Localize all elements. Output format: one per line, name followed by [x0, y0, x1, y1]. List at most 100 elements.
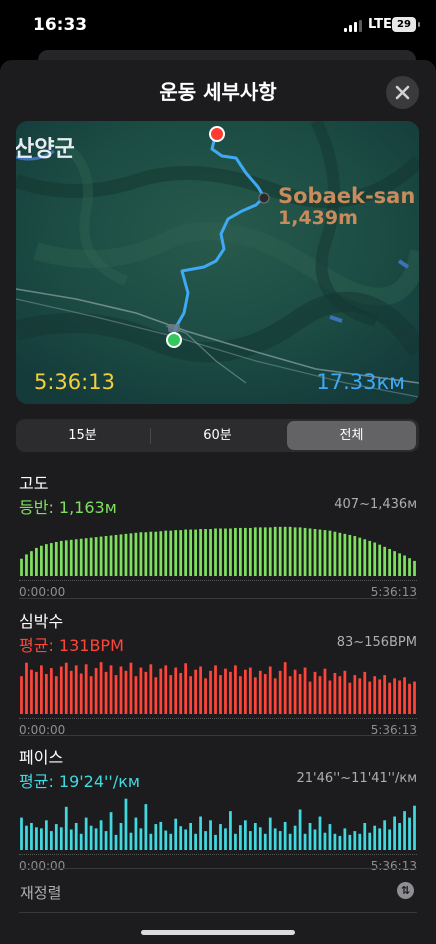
elevation-bar — [30, 551, 33, 576]
elevation-bar — [89, 537, 93, 576]
heart-rate-bar — [288, 676, 292, 714]
pace-bar — [408, 817, 411, 850]
home-indicator — [141, 930, 295, 935]
heart-rate-bar — [313, 671, 317, 714]
elevation-bar — [239, 527, 242, 576]
battery-icon: 29 — [392, 17, 420, 32]
heart-rate-baseline — [19, 718, 417, 719]
heart-rate-bar — [253, 677, 257, 714]
heart-rate-bar — [293, 669, 297, 714]
route-map[interactable]: 산양군 Sobaek-san 1,439m 5:36:13 17.33км — [16, 121, 419, 404]
heart-rate-bar — [298, 674, 302, 714]
heart-rate-bar — [378, 679, 382, 714]
status-time: 16:33 — [33, 15, 88, 35]
elevation-bar — [229, 528, 232, 576]
reorder-label[interactable]: 재정렬 — [20, 882, 61, 903]
heart-rate-bar — [263, 674, 267, 714]
segment-all[interactable]: 전체 — [287, 421, 416, 450]
heart-rate-bar — [194, 669, 197, 714]
elevation-bar — [20, 558, 23, 576]
elevation-bar — [333, 531, 337, 576]
pace-bar — [54, 824, 58, 850]
heart-rate-bar — [318, 676, 322, 714]
route-start-marker — [166, 332, 182, 348]
heart-rate-bar — [149, 664, 153, 714]
heart-rate-bar — [258, 670, 262, 714]
elevation-bar — [159, 531, 163, 576]
pace-bar — [413, 805, 416, 850]
heart-rate-bar — [328, 680, 332, 714]
close-button[interactable] — [386, 76, 419, 109]
heart-rate-stat: 평균: 131BPM — [19, 636, 124, 655]
heart-rate-bar — [144, 671, 148, 714]
heart-rate-bar — [338, 676, 342, 714]
segment-15min[interactable]: 15분 — [18, 421, 147, 450]
swap-arrows-icon[interactable]: ⇅ — [397, 882, 414, 899]
elevation-bar — [253, 527, 257, 576]
pace-bar — [114, 834, 118, 850]
pace-bar — [194, 833, 197, 850]
elevation-bar — [104, 536, 108, 576]
elevation-bar — [44, 544, 48, 576]
pace-bar — [368, 832, 372, 850]
elevation-bar — [199, 529, 202, 576]
elevation-bar — [209, 529, 212, 576]
heart-rate-bar — [64, 662, 68, 714]
heart-rate-bar — [393, 678, 396, 714]
pace-bar — [104, 831, 108, 850]
pace-bar — [263, 833, 267, 850]
heart-rate-bar — [308, 681, 312, 714]
heart-rate-bar — [413, 681, 416, 714]
pace-bar — [273, 828, 277, 850]
segment-60min[interactable]: 60분 — [153, 421, 282, 450]
heart-rate-bar — [169, 675, 173, 714]
heart-rate-bar — [124, 670, 128, 714]
elevation-bar — [234, 527, 237, 576]
heart-rate-bar — [239, 676, 242, 714]
pace-bar — [94, 828, 98, 850]
elevation-bar — [179, 530, 183, 576]
pace-bar — [35, 827, 38, 850]
pace-bar — [388, 829, 392, 850]
heart-rate-bar — [248, 667, 252, 714]
pace-end-time: 5:36:13 — [370, 859, 417, 873]
elevation-bar — [69, 539, 73, 576]
pace-bar — [209, 820, 212, 850]
elevation-bar — [119, 534, 123, 576]
pace-bar — [353, 831, 357, 850]
pace-bar — [253, 823, 257, 850]
elevation-bar — [348, 534, 352, 576]
sheet-title: 운동 세부사항 — [159, 80, 277, 104]
pace-bar — [139, 828, 143, 850]
pace-bar — [199, 816, 202, 850]
pace-bar — [40, 828, 43, 850]
pace-bar — [373, 825, 377, 850]
elevation-range: 407~1,436м — [334, 497, 417, 512]
network-type: LTE — [368, 17, 392, 32]
pace-bar — [378, 828, 382, 850]
elevation-bar — [54, 541, 58, 576]
elevation-bar — [194, 529, 197, 576]
pace-chart — [20, 798, 416, 850]
heart-rate-bar — [348, 682, 352, 714]
route-end-marker — [209, 126, 225, 142]
pace-bar — [154, 824, 158, 850]
elevation-bar — [129, 533, 133, 576]
pace-bar — [59, 827, 63, 850]
pace-bar — [79, 833, 83, 850]
elevation-bar — [94, 537, 98, 576]
elevation-bar — [293, 527, 297, 576]
pace-bar — [204, 831, 207, 850]
heart-rate-bar — [368, 681, 372, 714]
pace-bar — [313, 829, 317, 850]
pace-bar — [214, 834, 217, 850]
pace-bar — [219, 824, 222, 850]
elevation-bar — [25, 554, 28, 576]
pace-bar — [268, 817, 272, 850]
pace-bar — [328, 824, 332, 850]
heart-rate-bar — [224, 668, 227, 714]
pace-bar — [298, 809, 302, 850]
section-divider — [19, 598, 417, 599]
map-terrain — [16, 121, 419, 404]
pace-bar — [308, 823, 312, 850]
